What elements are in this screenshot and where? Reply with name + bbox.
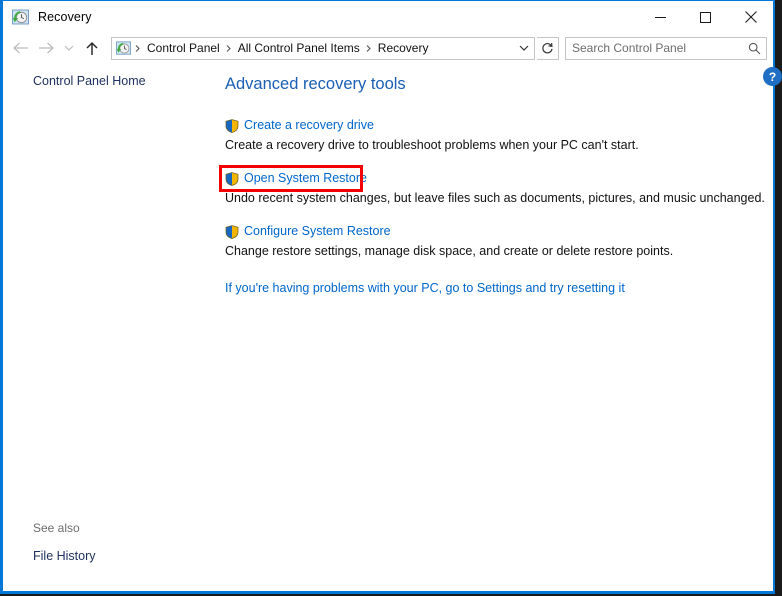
up-arrow-icon[interactable] (79, 36, 105, 60)
link-open-system-restore[interactable]: Open System Restore (244, 170, 367, 187)
breadcrumb-item-recovery[interactable]: Recovery (374, 41, 433, 55)
window-title: Recovery (38, 10, 92, 24)
close-button[interactable] (728, 1, 773, 33)
window-controls (638, 1, 773, 33)
chevron-down-icon[interactable] (514, 38, 534, 59)
recovery-window: Recovery (0, 0, 775, 594)
search-input[interactable] (566, 40, 742, 56)
sidebar: Control Panel Home See also File History (3, 63, 225, 591)
link-reset-pc-settings[interactable]: If you're having problems with your PC, … (225, 280, 765, 297)
content-area: ? Control Panel Home See also File Histo… (3, 63, 773, 591)
control-panel-icon (116, 41, 131, 56)
main-panel: Advanced recovery tools Create a recover… (225, 63, 782, 591)
recent-locations-icon[interactable] (59, 36, 79, 60)
refresh-icon[interactable] (537, 37, 559, 60)
search-box[interactable] (565, 37, 767, 60)
back-arrow-icon[interactable] (7, 36, 33, 60)
forward-arrow-icon[interactable] (33, 36, 59, 60)
breadcrumb[interactable]: Control Panel All Control Panel Items Re… (111, 37, 535, 60)
sidebar-item-file-history[interactable]: File History (3, 547, 225, 565)
search-icon[interactable] (742, 38, 766, 59)
breadcrumb-separator (364, 44, 374, 53)
minimize-button[interactable] (638, 1, 683, 33)
uac-shield-icon (225, 172, 239, 186)
see-also-section: See also File History (3, 519, 225, 591)
breadcrumb-separator (224, 44, 234, 53)
tool-description: Change restore settings, manage disk spa… (225, 243, 765, 260)
title-bar: Recovery (3, 1, 773, 33)
breadcrumb-item-all-control-panel-items[interactable]: All Control Panel Items (234, 41, 364, 55)
uac-shield-icon (225, 225, 239, 239)
breadcrumb-separator (133, 44, 143, 53)
page-title: Advanced recovery tools (225, 73, 765, 95)
maximize-button[interactable] (683, 1, 728, 33)
tool-open-system-restore: Open System Restore Undo recent system c… (225, 170, 765, 207)
link-configure-system-restore[interactable]: Configure System Restore (244, 223, 391, 240)
recovery-icon (12, 9, 29, 26)
tool-link-row[interactable]: Create a recovery drive (225, 117, 765, 134)
address-bar: Control Panel All Control Panel Items Re… (3, 33, 773, 63)
see-also-label: See also (3, 519, 225, 537)
breadcrumb-item-control-panel[interactable]: Control Panel (143, 41, 224, 55)
tool-description: Undo recent system changes, but leave fi… (225, 190, 765, 207)
tool-link-row[interactable]: Open System Restore (225, 170, 765, 187)
tool-link-row[interactable]: Configure System Restore (225, 223, 765, 240)
uac-shield-icon (225, 119, 239, 133)
link-create-a-recovery-drive[interactable]: Create a recovery drive (244, 117, 374, 134)
sidebar-item-control-panel-home[interactable]: Control Panel Home (3, 72, 225, 90)
tool-description: Create a recovery drive to troubleshoot … (225, 137, 765, 154)
tool-configure-system-restore: Configure System Restore Change restore … (225, 223, 765, 260)
tool-create-recovery-drive: Create a recovery drive Create a recover… (225, 117, 765, 154)
